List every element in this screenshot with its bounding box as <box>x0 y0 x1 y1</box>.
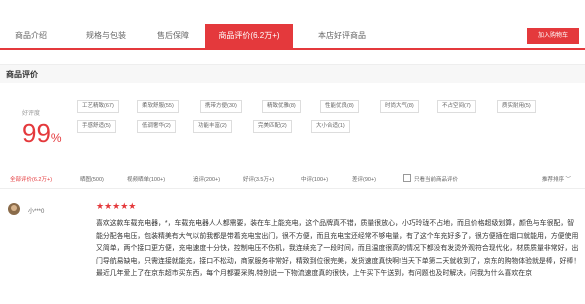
review-tag[interactable]: 性能优良(8) <box>320 100 359 113</box>
review-tag[interactable]: 携带方便(30) <box>200 100 242 113</box>
filter-positive[interactable]: 好评(3.5万+) <box>243 175 274 183</box>
only-current-label: 只看当前商品评价 <box>414 177 459 183</box>
review-tag[interactable]: 低调奢华(2) <box>137 120 176 133</box>
filter-followup[interactable]: 追评(200+) <box>193 175 220 183</box>
rating-label: 好评度 <box>22 111 41 117</box>
section-title: 商品评价 <box>6 70 38 79</box>
rating-value: 99% <box>22 118 62 148</box>
star-rating: ★★★★★ <box>96 201 137 211</box>
tab-store-top-rated[interactable]: 本店好评商品 <box>300 24 384 48</box>
tab-spec-packaging[interactable]: 规格与包装 <box>70 24 142 48</box>
chevron-down-icon: ﹀ <box>565 177 571 183</box>
filter-negative[interactable]: 差评(90+) <box>352 175 376 183</box>
sort-dropdown[interactable]: 推荐排序 ﹀ <box>542 175 571 183</box>
review-tag[interactable]: 工艺精致(67) <box>77 100 119 113</box>
reviewer-name: 小***0 <box>28 209 45 215</box>
review-tag[interactable]: 功能丰富(2) <box>193 120 232 133</box>
review-text: 喜欢这款车载充电器，*，车载充电器人人都需要，装在车上能充电，这个品牌真不错，质… <box>96 220 581 277</box>
tab-after-sales[interactable]: 售后保障 <box>142 24 204 48</box>
product-tabs: 商品介绍 规格与包装 售后保障 商品评价(6.2万+) 本店好评商品 加入购物车 <box>0 24 585 50</box>
tab-reviews[interactable]: 商品评价(6.2万+) <box>205 24 293 48</box>
review-tag[interactable]: 完美匹配(2) <box>253 120 292 133</box>
review-tag[interactable]: 时尚大气(8) <box>380 100 419 113</box>
filter-videos[interactable]: 视频晒单(100+) <box>127 175 165 183</box>
review-tag[interactable]: 质实耐用(5) <box>497 100 536 113</box>
tab-product-intro[interactable]: 商品介绍 <box>0 24 62 48</box>
avatar <box>8 203 20 215</box>
review-tag[interactable]: 不占空间(7) <box>437 100 476 113</box>
review-tag[interactable]: 大小合适(1) <box>311 120 350 133</box>
add-to-cart-button[interactable]: 加入购物车 <box>527 28 579 44</box>
review-tag[interactable]: 柔软舒服(55) <box>137 100 179 113</box>
filter-all[interactable]: 全部评价(6.2万+) <box>10 175 52 183</box>
only-current-checkbox[interactable] <box>403 174 411 182</box>
review-tag[interactable]: 精致优雅(8) <box>262 100 301 113</box>
filter-neutral[interactable]: 中评(100+) <box>301 175 328 183</box>
section-header: 商品评价 <box>0 64 585 83</box>
review-tag[interactable]: 手感舒适(5) <box>77 120 116 133</box>
filter-photos[interactable]: 晒图(500) <box>80 175 104 183</box>
